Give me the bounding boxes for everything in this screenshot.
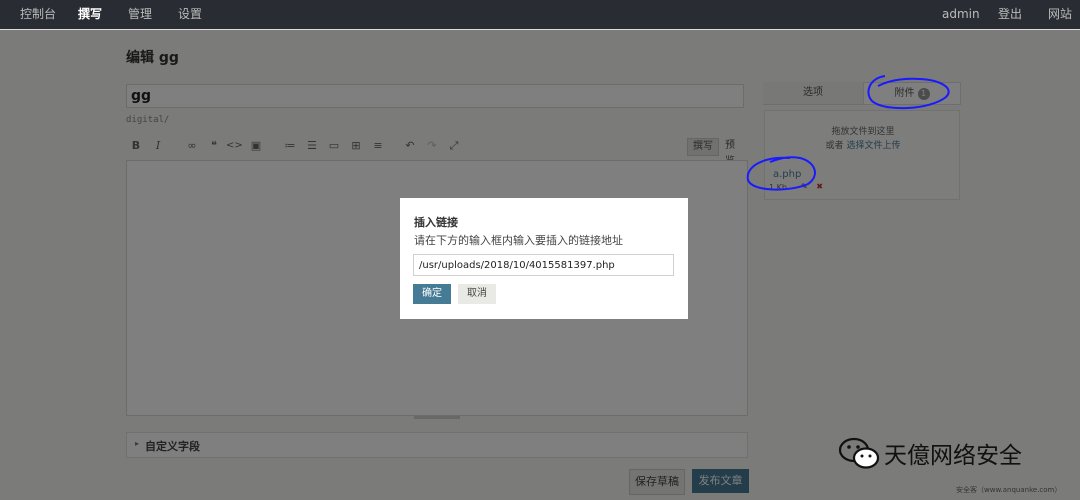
annotation-circle-file [746, 156, 816, 191]
wechat-icon [838, 437, 880, 469]
watermark-text: 天億网络安全 [884, 443, 1022, 469]
annotation-circle-attachments-tab [867, 75, 950, 110]
watermark: 天億网络安全 [838, 434, 1068, 474]
watermark-source: 安全客（www.anquanke.com） [956, 486, 1062, 494]
annotation-marks [746, 75, 950, 191]
